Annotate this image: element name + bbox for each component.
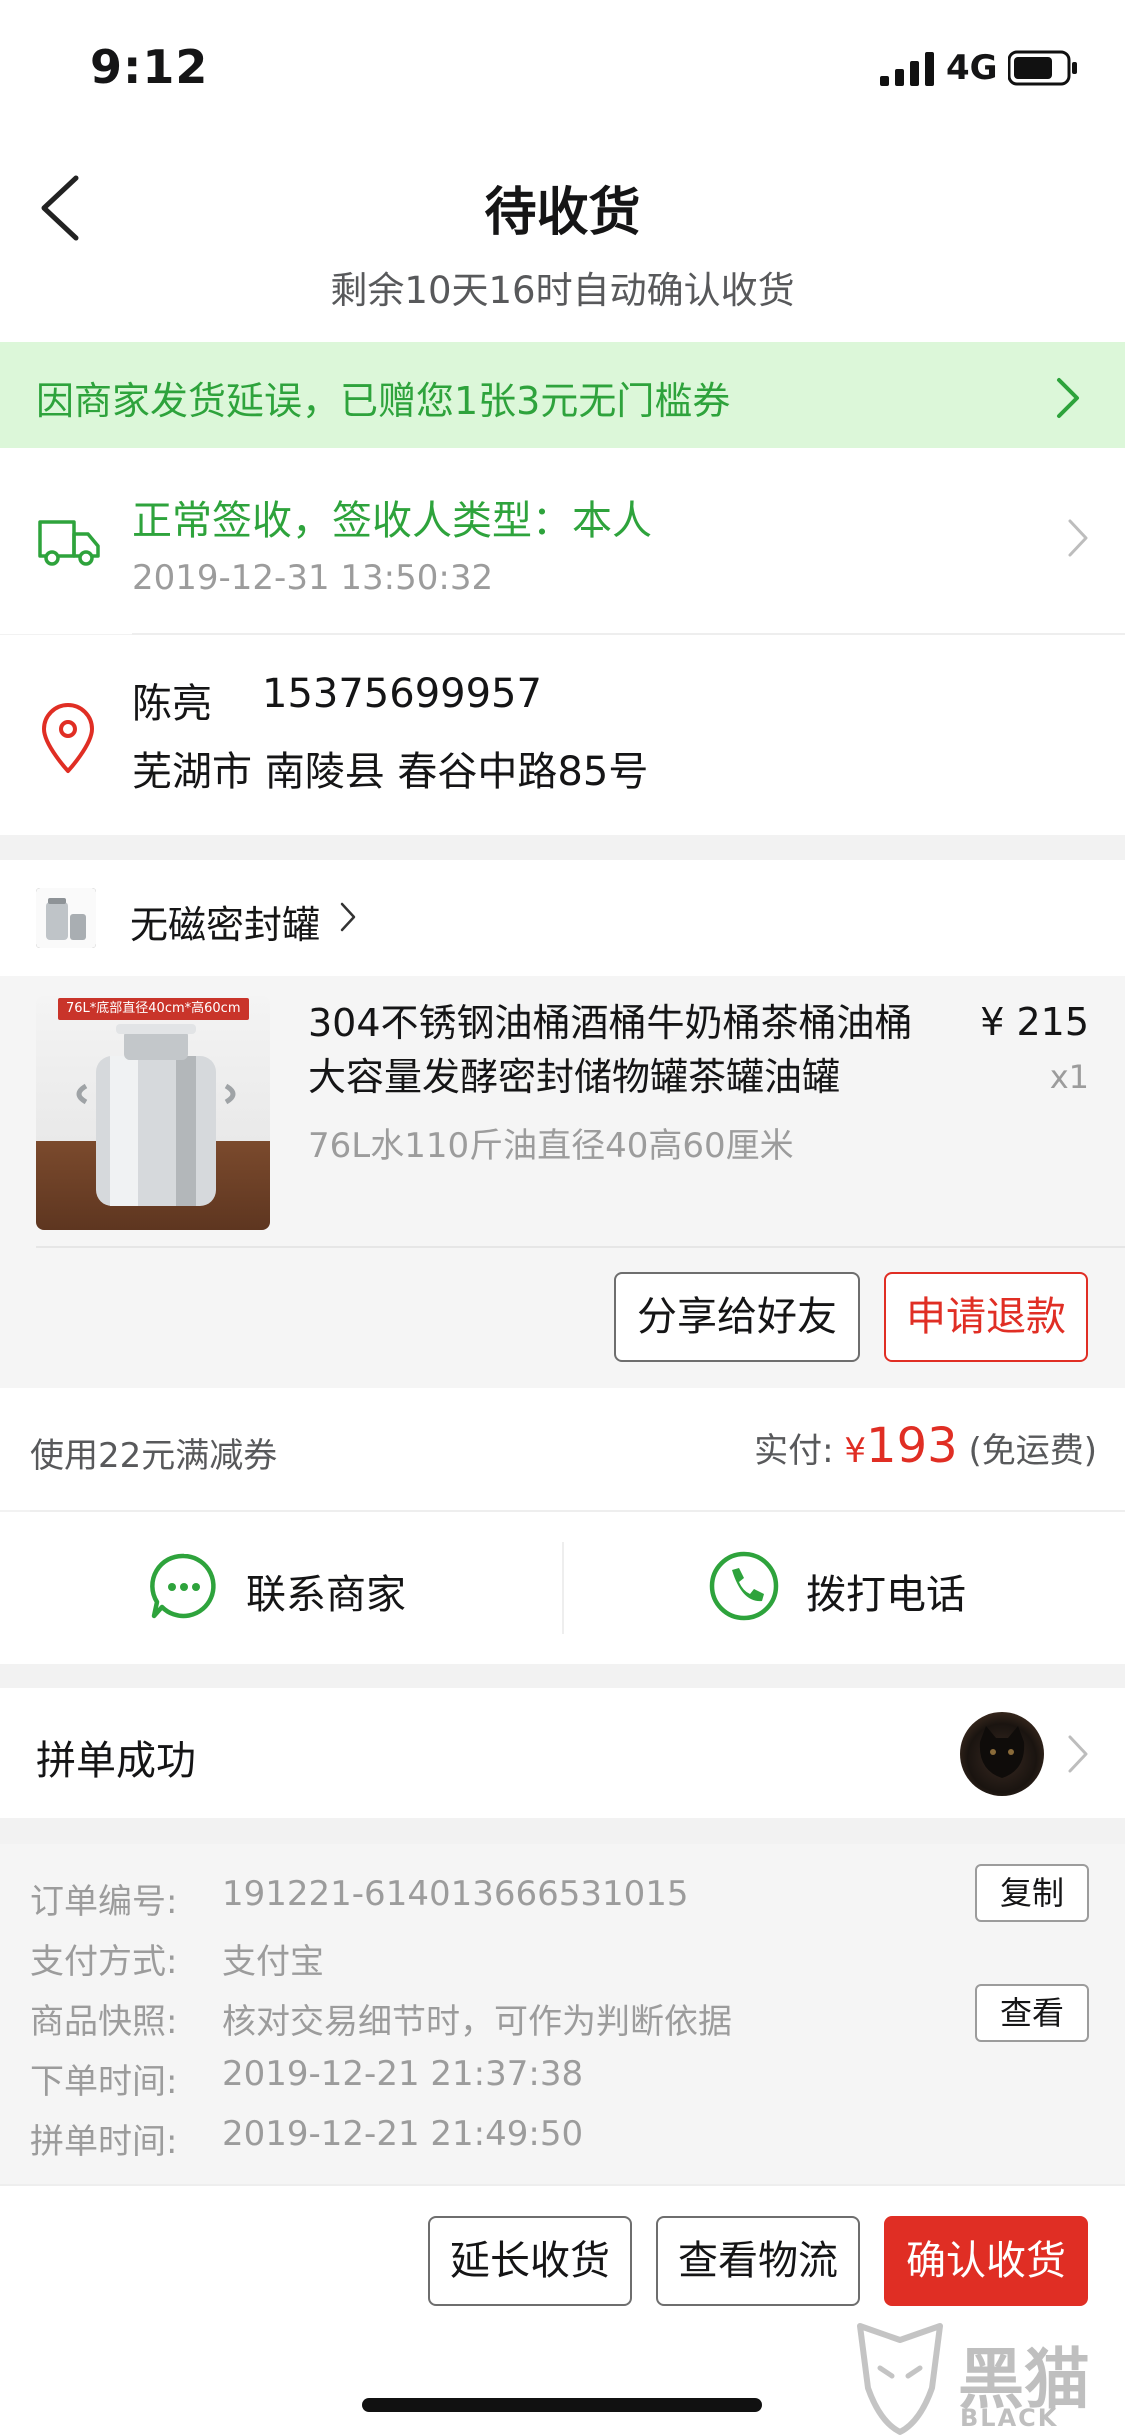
product-spec: 76L水110斤油直径40高60厘米 — [308, 1126, 794, 1166]
milk-can-image — [76, 1024, 236, 1206]
recipient-address: 芜湖市 南陵县 春谷中路85号 — [132, 749, 649, 795]
paid-amount: 实付: ¥193 (免运费) — [754, 1418, 1097, 1474]
product-price: ¥ 215 — [980, 1000, 1089, 1044]
delivery-time: 2019-12-31 13:50:32 — [132, 558, 494, 598]
shipping-address: 陈亮 15375699957 芜湖市 南陵县 春谷中路85号 — [0, 635, 1125, 835]
shipping-note: (免运费) — [968, 1431, 1097, 1471]
paid-label: 实付: — [754, 1431, 834, 1471]
call-button[interactable]: 拨打电话 — [708, 1550, 1008, 1626]
watermark: 黑猫 BLACK CAT — [850, 2318, 1125, 2436]
snapshot-label: 商品快照: — [30, 2002, 178, 2042]
product-image-tag: 76L*底部直径40cm*高60cm — [58, 998, 249, 1020]
banner-text: 因商家发货延误，已赠您1张3元无门槛券 — [36, 379, 731, 423]
chevron-right-icon — [340, 902, 356, 932]
order-time-label: 下单时间: — [30, 2062, 178, 2102]
black-cat-logo — [857, 2323, 943, 2435]
store-logo — [36, 888, 96, 948]
coupon-used: 使用22元满减券 — [30, 1436, 278, 1476]
watermark-subtext: BLACK CAT — [960, 2404, 1059, 2436]
recipient-phone: 15375699957 — [262, 671, 542, 717]
chevron-right-icon — [1068, 1735, 1088, 1773]
store-logo-image — [36, 888, 96, 948]
compensation-coupon-banner[interactable]: 因商家发货延误，已赠您1张3元无门槛券 — [0, 342, 1125, 448]
chevron-right-icon — [1068, 519, 1088, 557]
page-title: 待收货 — [484, 183, 641, 243]
recipient-name: 陈亮 — [132, 681, 212, 727]
refund-button[interactable]: 申请退款 — [884, 1272, 1088, 1362]
group-buy-status[interactable]: 拼单成功 — [0, 1688, 1125, 1818]
order-time-value: 2019-12-21 21:37:38 — [222, 2054, 584, 2094]
chat-bubble-icon — [150, 1553, 216, 1619]
paid-value: 193 — [866, 1418, 958, 1474]
divider — [36, 1246, 1125, 1248]
location-pin-icon — [42, 703, 94, 773]
divider — [562, 1542, 564, 1634]
product-image: 76L*底部直径40cm*高60cm — [36, 996, 270, 1230]
product-title: 304不锈钢油桶酒桶牛奶桶茶桶油桶大容量发酵密封储物罐茶罐油罐 — [308, 1001, 913, 1099]
order-number-label: 订单编号: — [30, 1882, 178, 1922]
delivery-status-text: 正常签收，签收人类型：本人 — [132, 498, 652, 544]
snapshot-value: 核对交易细节时，可作为判断依据 — [222, 2002, 732, 2042]
payment-summary: 使用22元满减券 实付: ¥193 (免运费) — [0, 1388, 1125, 1510]
contact-merchant-label: 联系商家 — [246, 1572, 406, 1618]
share-button[interactable]: 分享给好友 — [614, 1272, 860, 1362]
cat-avatar-image — [979, 1726, 1025, 1778]
currency-symbol: ¥ — [844, 1431, 867, 1471]
home-indicator[interactable] — [362, 2398, 762, 2412]
contact-merchant-button[interactable]: 联系商家 — [148, 1550, 448, 1626]
nav-bar: 待收货 剩余10天16时自动确认收货 — [0, 132, 1125, 342]
order-item[interactable]: 76L*底部直径40cm*高60cm 304不锈钢油桶酒桶牛奶桶茶桶油桶大容量发… — [0, 976, 1125, 1388]
group-buy-text: 拼单成功 — [36, 1738, 196, 1784]
group-time-value: 2019-12-21 21:49:50 — [222, 2114, 584, 2154]
status-time: 9:12 — [90, 40, 209, 94]
product-quantity: x1 — [1049, 1058, 1089, 1096]
call-label: 拨打电话 — [806, 1572, 966, 1618]
logistics-status[interactable]: 正常签收，签收人类型：本人 2019-12-31 13:50:32 — [0, 448, 1125, 634]
view-logistics-button[interactable]: 查看物流 — [656, 2216, 860, 2306]
phone-icon — [709, 1551, 779, 1621]
signal-icon — [880, 52, 934, 86]
auto-confirm-countdown: 剩余10天16时自动确认收货 — [330, 269, 795, 312]
group-time-label: 拼单时间: — [30, 2122, 178, 2162]
extend-receipt-button[interactable]: 延长收货 — [428, 2216, 632, 2306]
avatar — [960, 1712, 1044, 1796]
payment-method-label: 支付方式: — [30, 1942, 178, 1982]
battery-icon — [1008, 50, 1077, 86]
network-type: 4G — [946, 48, 998, 88]
store-name: 无磁密封罐 — [130, 903, 321, 947]
payment-method-value: 支付宝 — [222, 1942, 324, 1982]
chevron-right-icon — [1057, 378, 1079, 418]
contact-actions: 联系商家 拨打电话 — [0, 1512, 1125, 1664]
copy-button[interactable]: 复制 — [975, 1864, 1089, 1922]
truck-icon — [38, 520, 100, 566]
order-number-value: 191221-614013666531015 — [222, 1874, 689, 1914]
view-snapshot-button[interactable]: 查看 — [975, 1984, 1089, 2042]
store-header[interactable]: 无磁密封罐 — [0, 860, 1125, 976]
status-bar: 9:12 4G — [0, 0, 1125, 132]
order-info: 订单编号: 191221-614013666531015 复制 支付方式: 支付… — [0, 1844, 1125, 2184]
confirm-receipt-button[interactable]: 确认收货 — [884, 2216, 1088, 2306]
